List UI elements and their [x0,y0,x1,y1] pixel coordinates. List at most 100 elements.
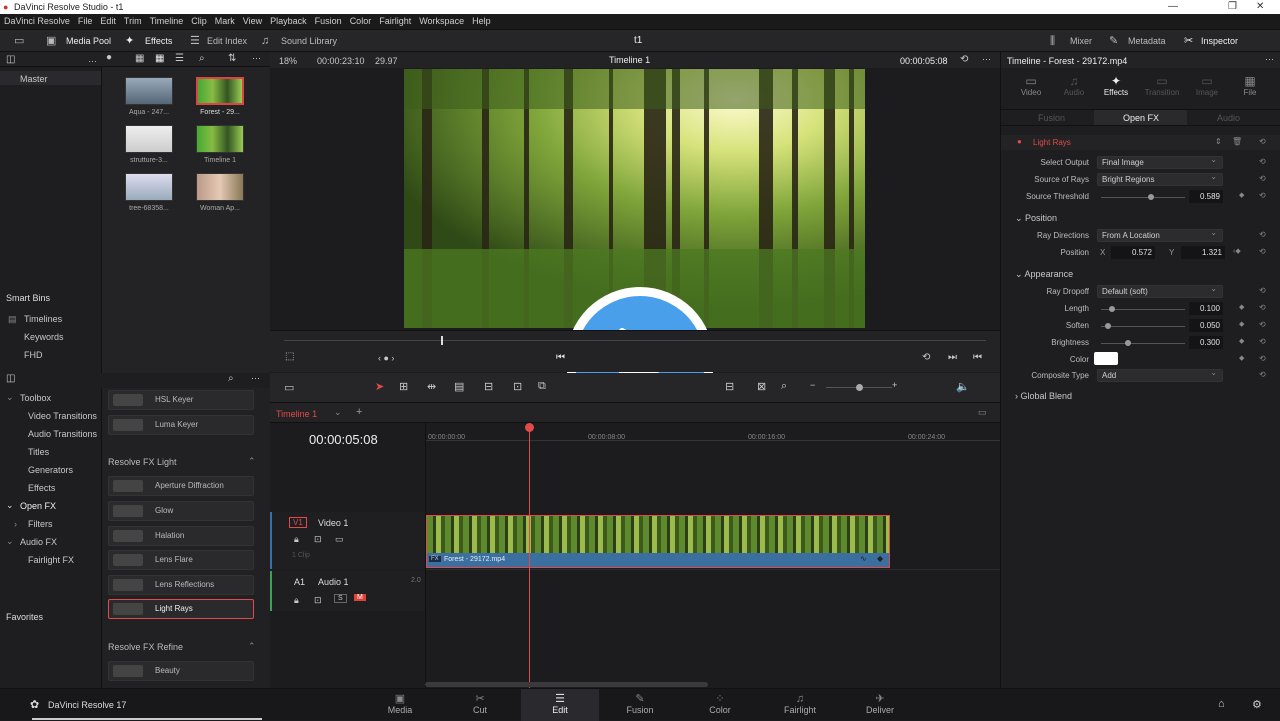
smart-bin-fhd[interactable]: FHD [24,350,43,360]
global-blend-section[interactable]: › Global Blend [1015,391,1072,401]
keyframe-icon[interactable]: ◆ [1239,354,1244,362]
tree-titles[interactable]: Titles [28,447,49,457]
composite-dropdown[interactable]: Add [1097,367,1223,382]
disable-video-icon[interactable]: ▭ [335,534,344,545]
menu-playback[interactable]: Playback [266,14,311,29]
tree-video-transitions[interactable]: Video Transitions [28,411,97,421]
reset-icon[interactable]: ⟲ [1259,337,1266,346]
ray-direction-dropdown[interactable]: From A Location [1097,227,1223,242]
source-rays-dropdown[interactable]: Bright Regions [1097,171,1223,186]
zoom-level[interactable]: 18% [279,56,297,66]
close-icon[interactable]: ✕ [1256,1,1264,12]
clip-thumb-forest[interactable] [196,77,244,105]
sound-library-button[interactable]: Sound Library [281,30,337,52]
media-pool-button[interactable]: Media Pool [66,30,111,52]
inspector-button[interactable]: Inspector [1201,30,1238,52]
favorites-heading[interactable]: Favorites [6,612,43,622]
thumb-view-icon[interactable]: ▦ [135,53,144,64]
zoom-detail-icon[interactable]: ⊠ [757,380,766,393]
keyframe-icon[interactable]: ◆ [1239,303,1244,311]
clip-thumb-tree[interactable] [125,173,173,201]
jump-start-icon[interactable]: ⏮ [556,352,565,363]
search-icon[interactable]: ⌕ [228,373,234,384]
menu-view[interactable]: View [239,14,266,29]
selection-tool-icon[interactable]: ➤ [375,380,384,393]
playhead[interactable] [529,423,530,688]
menu-clip[interactable]: Clip [187,14,211,29]
more-icon[interactable]: … [88,54,97,64]
master-bin[interactable] [0,71,101,85]
minimize-icon[interactable]: — [1168,1,1178,12]
timeline-thumb[interactable] [196,125,244,153]
lock-icon[interactable]: 🔒︎ [294,595,299,606]
fx-hsl-keyer[interactable]: HSL Keyer [108,390,254,410]
tree-audio-fx[interactable]: Audio FX [20,537,57,547]
clip-thumb-aqua[interactable] [125,77,173,105]
reset-icon[interactable]: ⟲ [1259,320,1266,329]
lock-icon[interactable]: 🔒︎ [294,534,299,545]
loop-toggle-icon[interactable]: ⟲ [922,352,930,363]
zoom-out-icon[interactable]: − [810,380,815,390]
delete-icon[interactable]: 🗑︎ [1232,137,1242,146]
menu-davinci[interactable]: DaVinci Resolve [0,14,74,29]
fx-luma-keyer[interactable]: Luma Keyer [108,415,254,435]
search-icon[interactable]: ⌕ [199,53,205,64]
threshold-slider[interactable] [1101,197,1185,198]
add-timeline-icon[interactable]: + [356,406,362,418]
menu-color[interactable]: Color [346,14,376,29]
tab-image[interactable]: ▭ Image [1187,74,1227,97]
metadata-button[interactable]: Metadata [1128,30,1166,52]
menu-trim[interactable]: Trim [120,14,146,29]
clip-thumb-strutture[interactable] [125,125,173,153]
reset-icon[interactable]: ⟲ [1259,286,1266,295]
auto-select-icon[interactable]: ⊡ [314,534,322,545]
track-tag-a1[interactable]: A1 [294,577,305,587]
reset-icon[interactable]: ⟲ [1259,354,1266,363]
select-output-dropdown[interactable]: Final Image [1097,154,1223,169]
menu-fairlight[interactable]: Fairlight [375,14,415,29]
soften-knob[interactable] [1105,323,1111,329]
brightness-slider[interactable] [1101,343,1185,344]
timeline-view-icon[interactable]: ▭ [978,407,987,418]
loop-icon[interactable]: ⟲ [960,54,968,65]
prev-edit-icon[interactable]: ‹ ● › [378,353,394,363]
match-frame-icon[interactable]: ⏮ [973,352,982,363]
reset-icon[interactable]: ⟲ [1259,137,1266,146]
replace-icon[interactable]: ⧉ [538,380,546,393]
panel-toggle-icon[interactable]: ◫ [6,373,15,384]
zoom-full-icon[interactable]: ⊟ [725,380,734,393]
track-tag-v1[interactable]: V1 [289,517,307,528]
tree-audio-transitions[interactable]: Audio Transitions [28,429,97,439]
brightness-knob[interactable] [1125,340,1131,346]
safe-area-icon[interactable]: ⬚ [285,351,294,362]
appearance-section[interactable]: ⌄ Appearance [1015,269,1073,280]
options-icon[interactable]: ⋯ [982,54,991,65]
grid-view-icon[interactable]: ▦ [155,53,164,64]
subtab-openfx[interactable]: Open FX [1123,113,1159,123]
tab-file[interactable]: ▦ File [1230,74,1270,97]
keyframe-icon[interactable]: ◆ [1239,320,1244,328]
mixer-button[interactable]: Mixer [1070,30,1092,52]
smart-bin-timelines[interactable]: Timelines [24,314,62,324]
brightness-value[interactable]: 0.300 [1189,336,1223,349]
fx-beauty[interactable]: Beauty [108,661,254,681]
length-knob[interactable] [1109,306,1115,312]
dynamic-trim-icon[interactable]: ⇹ [427,380,436,393]
sort-icon[interactable]: ⇅ [228,53,236,64]
trim-tool-icon[interactable]: ⊞ [399,380,408,393]
page-color[interactable]: ⁘ Color [681,689,759,721]
position-y[interactable]: 1.321 [1181,246,1225,259]
menu-help[interactable]: Help [468,14,495,29]
reset-icon[interactable]: ⟲ [1259,230,1266,239]
chevron-up-icon[interactable]: ⌃ [248,456,256,467]
soften-value[interactable]: 0.050 [1189,319,1223,332]
subtab-fusion[interactable]: Fusion [1038,113,1065,123]
fx-aperture-diffraction[interactable]: Aperture Diffraction [108,476,254,496]
zoom-in-icon[interactable]: + [892,380,897,390]
menu-timeline[interactable]: Timeline [146,14,188,29]
scrubber[interactable] [284,340,986,341]
auto-select-icon[interactable]: ⊡ [314,595,322,606]
threshold-value[interactable]: 0.589 [1189,190,1223,203]
zoom-slider-knob[interactable] [856,384,863,391]
page-edit[interactable]: ☰ Edit [521,689,599,721]
